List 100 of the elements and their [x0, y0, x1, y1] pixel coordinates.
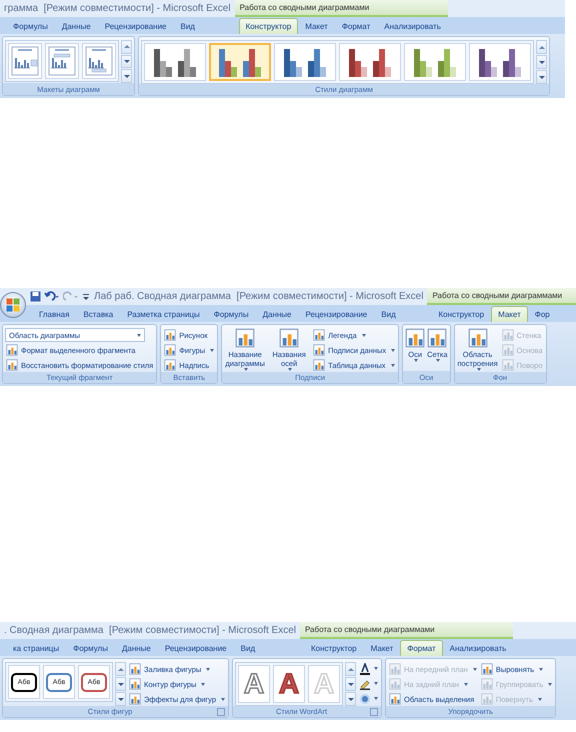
- wordart-style-option[interactable]: A: [273, 665, 306, 703]
- bar-chart-icon: [6, 359, 18, 371]
- scroll-up-button[interactable]: [121, 40, 132, 54]
- caret-icon: [390, 364, 395, 366]
- scroll-up-button[interactable]: [115, 662, 126, 676]
- ribbon-tab[interactable]: Формулы: [6, 18, 55, 34]
- ribbon-tab[interactable]: Рецензирование: [298, 306, 374, 322]
- undo-icon[interactable]: [44, 291, 60, 302]
- ribbon-tab[interactable]: Анализировать: [377, 18, 448, 34]
- save-icon[interactable]: [30, 291, 41, 302]
- bar-chart-icon: [389, 693, 402, 705]
- bar-chart-icon: [480, 663, 493, 675]
- contextual-tab-header: Работа со сводными диаграммами: [300, 622, 514, 639]
- bar-chart-icon: [468, 328, 488, 348]
- ribbon-tab[interactable]: Разметка страницы: [120, 306, 207, 322]
- chart-style-option[interactable]: [209, 43, 271, 81]
- office-logo-icon: [6, 298, 20, 312]
- ribbon-tab[interactable]: Конструктор: [431, 306, 492, 322]
- bar-chart-icon: [279, 328, 300, 348]
- more-button[interactable]: [121, 69, 132, 84]
- chart-style-option[interactable]: [274, 43, 336, 81]
- ribbon-tab[interactable]: Вид: [234, 640, 262, 656]
- ribbon-tab[interactable]: Фор: [528, 306, 557, 322]
- ribbon-tab[interactable]: Рецензирование: [98, 18, 174, 34]
- ribbon-tab[interactable]: Вставка: [76, 306, 120, 322]
- chart-style-option[interactable]: [144, 43, 206, 81]
- ribbon-tab[interactable]: Рецензирование: [158, 640, 234, 656]
- bar-chart-icon: [389, 678, 402, 690]
- more-button[interactable]: [536, 70, 547, 84]
- ribbon-tab[interactable]: Анализировать: [442, 640, 514, 656]
- chart-layout-option[interactable]: [45, 43, 79, 79]
- ribbon-tab[interactable]: Макет: [491, 306, 528, 322]
- more-button[interactable]: [115, 692, 126, 706]
- customize-toolbar-icon[interactable]: [82, 291, 90, 302]
- ribbon-tab[interactable]: Макет: [298, 18, 335, 34]
- ribbon-tab[interactable]: Главная: [32, 306, 76, 322]
- caret-icon: [391, 348, 396, 352]
- bar-chart-icon: [129, 678, 141, 690]
- caret-icon: [539, 668, 544, 670]
- window-title: грамма [Режим совместимости] - Microsoft Excel: [4, 3, 231, 14]
- ribbon-tab[interactable]: Данные: [114, 640, 158, 656]
- bar-chart-drawing: [476, 47, 524, 77]
- ribbon-tab[interactable]: Формат: [334, 18, 378, 34]
- wordart-style-option[interactable]: A: [238, 665, 270, 703]
- ribbon-tab[interactable]: Формулы: [206, 306, 256, 322]
- chart-layout-drawing: [11, 46, 39, 76]
- ribbon-tab[interactable]: Данные: [54, 18, 98, 34]
- ribbon-tab[interactable]: Формулы: [66, 640, 115, 656]
- chart-style-option[interactable]: [469, 43, 531, 81]
- scroll-down-button[interactable]: [345, 677, 356, 691]
- caret-icon: [374, 697, 378, 700]
- scroll-down-button[interactable]: [536, 55, 547, 69]
- wordart-sample: A: [278, 670, 300, 698]
- ribbon-tab[interactable]: Формат: [400, 640, 443, 656]
- chart-layout-drawing: [85, 46, 113, 76]
- scroll-down-button[interactable]: [121, 54, 132, 68]
- office-button[interactable]: [0, 292, 26, 318]
- caret-icon: [374, 682, 378, 685]
- chart-layout-option[interactable]: [8, 43, 42, 79]
- bar-chart-icon: [313, 344, 326, 356]
- bar-chart-icon: [480, 693, 493, 705]
- bar-chart-icon: [129, 693, 141, 705]
- chart-layout-option[interactable]: [82, 43, 116, 79]
- bar-chart-drawing: [216, 47, 264, 77]
- text-color-icon: [359, 662, 372, 674]
- caret-icon: [374, 667, 378, 670]
- scroll-up-button[interactable]: [536, 40, 547, 54]
- scroll-down-button[interactable]: [115, 677, 126, 691]
- chart-style-option[interactable]: [404, 43, 466, 81]
- bar-chart-icon: [313, 359, 326, 371]
- contextual-tab-header: Работа со сводными диаграммами: [427, 288, 576, 305]
- bar-chart-icon: [502, 329, 514, 341]
- ribbon-tab[interactable]: Макет: [364, 640, 400, 656]
- bar-chart-icon: [313, 329, 326, 341]
- caret-icon: [206, 668, 210, 670]
- ribbon-tab[interactable]: Вид: [174, 18, 202, 34]
- ribbon-tab[interactable]: Конструктор: [304, 640, 364, 656]
- bar-chart-icon: [502, 344, 514, 356]
- wordart-sample: A: [244, 670, 264, 698]
- ribbon-tab[interactable]: ка страницы: [6, 640, 66, 656]
- bar-chart-icon: [480, 678, 493, 690]
- chart-style-option[interactable]: [339, 43, 401, 81]
- bar-chart-icon: [164, 359, 176, 371]
- scroll-up-button[interactable]: [345, 662, 356, 676]
- caret-icon: [472, 668, 477, 670]
- caret-icon: [436, 359, 440, 362]
- caret-icon: [221, 698, 226, 700]
- caret-icon: [548, 682, 552, 686]
- text-fill-button[interactable]: [358, 662, 380, 675]
- bar-chart-icon: [6, 344, 18, 356]
- ribbon-tab[interactable]: Данные: [256, 306, 298, 322]
- ribbon-tab[interactable]: Конструктор: [238, 18, 298, 34]
- window-title: . Сводная диаграмма [Режим совместимости] - Microsoft Excel: [4, 625, 296, 636]
- contextual-tab-header: Работа со сводными диаграммами: [234, 0, 448, 17]
- bar-chart-icon: [389, 663, 402, 675]
- bar-chart-icon: [235, 328, 256, 348]
- bar-chart-icon: [405, 328, 426, 348]
- more-button[interactable]: [345, 692, 356, 706]
- caret-icon: [538, 698, 542, 700]
- ribbon-tab[interactable]: Вид: [374, 306, 403, 322]
